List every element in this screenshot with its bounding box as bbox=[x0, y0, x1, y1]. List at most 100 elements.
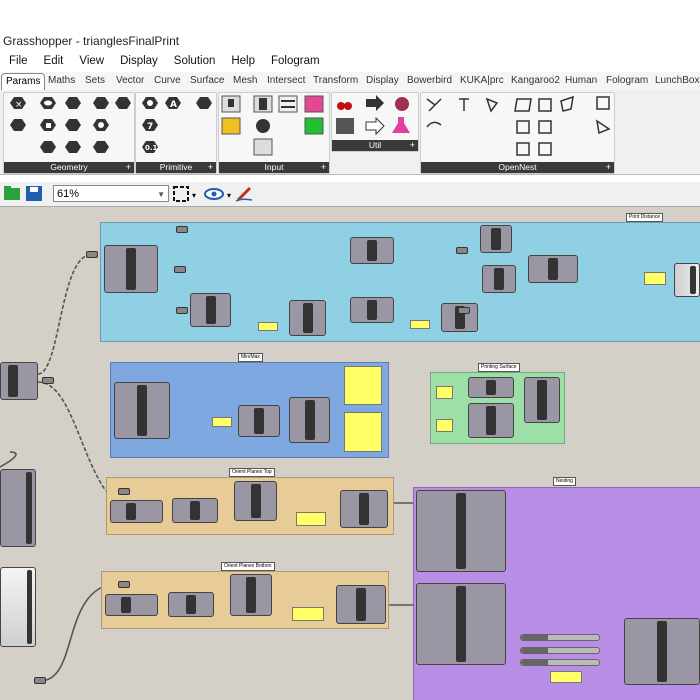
tab-kuka-prc[interactable]: KUKA|prc bbox=[460, 73, 504, 89]
component-node[interactable] bbox=[168, 592, 214, 617]
ribbon-panel-input-label[interactable]: Input + bbox=[219, 162, 329, 173]
input-icons[interactable] bbox=[219, 93, 329, 161]
component-node[interactable] bbox=[289, 397, 330, 443]
primitive-icons[interactable]: A 7 0.1 bbox=[136, 93, 216, 161]
value-panel[interactable] bbox=[550, 671, 582, 683]
component-node[interactable] bbox=[468, 403, 514, 438]
menu-help[interactable]: Help bbox=[223, 52, 263, 70]
menu-solution[interactable]: Solution bbox=[166, 52, 224, 70]
value-panel[interactable] bbox=[212, 417, 232, 427]
number-slider[interactable] bbox=[520, 647, 600, 654]
tab-intersect[interactable]: Intersect bbox=[267, 73, 305, 89]
group-title-printing-surface: Printing Surface bbox=[478, 363, 520, 372]
value-panel[interactable] bbox=[410, 320, 430, 329]
component-node[interactable] bbox=[624, 618, 700, 685]
component-node[interactable] bbox=[238, 405, 280, 437]
tab-params[interactable]: Params bbox=[1, 73, 46, 90]
menu-bar: File Edit View Display Solution Help Fol… bbox=[0, 52, 700, 70]
param-node[interactable] bbox=[118, 488, 130, 495]
tab-vector[interactable]: Vector bbox=[116, 73, 144, 89]
value-panel[interactable] bbox=[292, 607, 324, 621]
ribbon-panel-opennest: OpenNest + bbox=[420, 92, 615, 174]
util-icons[interactable] bbox=[332, 93, 418, 139]
param-node[interactable] bbox=[118, 581, 130, 588]
component-node[interactable] bbox=[416, 583, 506, 665]
geometry-icons[interactable]: × bbox=[4, 93, 134, 161]
component-node[interactable] bbox=[289, 300, 326, 336]
component-node[interactable] bbox=[524, 377, 560, 423]
component-node[interactable] bbox=[336, 585, 386, 624]
menu-fologram[interactable]: Fologram bbox=[263, 52, 328, 70]
component-node[interactable] bbox=[674, 263, 700, 297]
component-node[interactable] bbox=[230, 574, 272, 616]
ribbon-panel-primitive-label[interactable]: Primitive + bbox=[136, 162, 216, 173]
ribbon-panel-opennest-label[interactable]: OpenNest + bbox=[421, 162, 614, 173]
component-node[interactable] bbox=[0, 567, 36, 647]
menu-display[interactable]: Display bbox=[112, 52, 166, 70]
opennest-icons[interactable] bbox=[421, 93, 614, 161]
menu-edit[interactable]: Edit bbox=[36, 52, 72, 70]
value-panel[interactable] bbox=[436, 419, 453, 432]
param-node[interactable] bbox=[174, 266, 186, 273]
sketch-pen-icon[interactable] bbox=[235, 186, 253, 202]
tab-curve[interactable]: Curve bbox=[154, 73, 181, 89]
tab-lunchbox[interactable]: LunchBox bbox=[655, 73, 699, 89]
grasshopper-canvas[interactable]: Print Distance Min/Max Printing Surface … bbox=[0, 207, 700, 700]
component-node[interactable] bbox=[114, 382, 170, 439]
tab-human[interactable]: Human bbox=[565, 73, 597, 89]
param-node[interactable] bbox=[456, 247, 468, 254]
param-node[interactable] bbox=[176, 226, 188, 233]
chevron-down-icon[interactable]: ▾ bbox=[227, 191, 231, 200]
component-node[interactable] bbox=[350, 237, 394, 264]
tab-bowerbird[interactable]: Bowerbird bbox=[407, 73, 452, 89]
tab-sets[interactable]: Sets bbox=[85, 73, 105, 89]
component-node[interactable] bbox=[528, 255, 578, 283]
param-node[interactable] bbox=[176, 307, 188, 314]
tab-mesh[interactable]: Mesh bbox=[233, 73, 257, 89]
output-panel[interactable] bbox=[344, 366, 382, 405]
window-title: Grasshopper - trianglesFinalPrint bbox=[3, 34, 180, 48]
component-node[interactable] bbox=[482, 265, 516, 293]
zoom-select[interactable]: 61% ▼ bbox=[53, 185, 169, 202]
component-node[interactable] bbox=[350, 297, 394, 323]
component-node[interactable] bbox=[0, 362, 38, 400]
component-node[interactable] bbox=[340, 490, 388, 528]
zoom-value: 61% bbox=[57, 188, 80, 200]
preview-eye-icon[interactable] bbox=[204, 188, 224, 200]
component-node[interactable] bbox=[104, 245, 158, 293]
tab-transform[interactable]: Transform bbox=[313, 73, 358, 89]
open-file-icon[interactable] bbox=[4, 186, 20, 200]
component-node[interactable] bbox=[468, 377, 514, 398]
value-panel[interactable] bbox=[296, 512, 326, 526]
ribbon-panel-geometry-label[interactable]: Geometry + bbox=[4, 162, 134, 173]
chevron-down-icon[interactable]: ▾ bbox=[192, 191, 196, 200]
param-node[interactable] bbox=[34, 677, 46, 684]
zoom-extents-icon[interactable] bbox=[173, 186, 189, 202]
ribbon-panel-util-label[interactable]: Util + bbox=[332, 140, 418, 151]
component-node[interactable] bbox=[234, 481, 277, 521]
value-panel[interactable] bbox=[644, 272, 666, 285]
tab-maths[interactable]: Maths bbox=[48, 73, 75, 89]
tab-surface[interactable]: Surface bbox=[190, 73, 224, 89]
tab-kangaroo2[interactable]: Kangaroo2 bbox=[511, 73, 560, 89]
save-file-icon[interactable] bbox=[26, 186, 42, 201]
component-node[interactable] bbox=[172, 498, 218, 523]
component-node[interactable] bbox=[190, 293, 231, 327]
output-panel[interactable] bbox=[344, 412, 382, 452]
value-panel[interactable] bbox=[258, 322, 278, 331]
param-node[interactable] bbox=[458, 307, 470, 314]
component-node[interactable] bbox=[110, 500, 163, 523]
component-node[interactable] bbox=[0, 469, 36, 547]
value-panel[interactable] bbox=[436, 386, 453, 399]
component-node[interactable] bbox=[105, 594, 158, 616]
param-node[interactable] bbox=[86, 251, 98, 258]
menu-file[interactable]: File bbox=[0, 52, 36, 70]
menu-view[interactable]: View bbox=[71, 52, 112, 70]
param-node[interactable] bbox=[42, 377, 54, 384]
number-slider[interactable] bbox=[520, 634, 600, 641]
component-node[interactable] bbox=[416, 490, 506, 572]
number-slider[interactable] bbox=[520, 659, 600, 666]
tab-fologram[interactable]: Fologram bbox=[606, 73, 648, 89]
tab-display[interactable]: Display bbox=[366, 73, 399, 89]
component-node[interactable] bbox=[480, 225, 512, 253]
